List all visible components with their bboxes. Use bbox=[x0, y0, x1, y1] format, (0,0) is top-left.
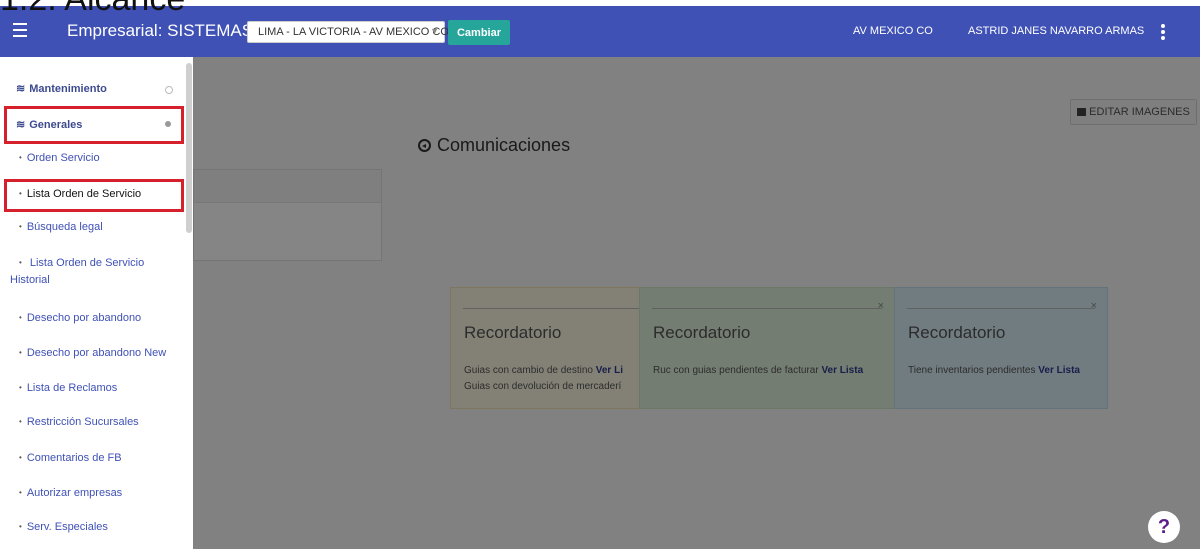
sidebar-section-label: Mantenimiento bbox=[29, 82, 107, 95]
sidebar-section-mantenimiento[interactable]: ≋ Mantenimiento bbox=[16, 82, 107, 96]
highlight-box bbox=[4, 106, 184, 144]
layers-icon: ≋ bbox=[16, 83, 26, 95]
dropdown-caret-icon: ▼ bbox=[430, 26, 439, 36]
sidebar-item-orden-servicio[interactable]: Orden Servicio bbox=[19, 149, 179, 167]
sidebar-item-label: Lista Orden de Servicio bbox=[29, 257, 145, 269]
sidebar-item-lista-reclamos[interactable]: Lista de Reclamos bbox=[19, 379, 179, 397]
change-branch-button[interactable]: Cambiar bbox=[448, 20, 510, 45]
sidebar-item-lista-orden-historial[interactable]: Lista Orden de Servicio Historial bbox=[10, 254, 179, 289]
sidebar-item-autorizar-empresas[interactable]: Autorizar empresas bbox=[19, 484, 179, 502]
sidebar-scrollbar[interactable] bbox=[186, 63, 192, 233]
brand-title: Empresarial: SISTEMAS bbox=[67, 21, 254, 40]
document-heading-text: 1.2. Alcance bbox=[0, 0, 185, 16]
current-branch-label: AV MEXICO CO bbox=[853, 25, 933, 37]
branch-select-value: LIMA - LA VICTORIA - AV MEXICO CO bbox=[258, 26, 449, 38]
sidebar-item-busqueda-legal[interactable]: Búsqueda legal bbox=[19, 218, 179, 236]
more-vert-icon[interactable] bbox=[1157, 22, 1169, 42]
menu-icon[interactable] bbox=[11, 19, 31, 41]
modal-backdrop[interactable] bbox=[193, 57, 1200, 549]
document-heading: 1.2. Alcance bbox=[0, 0, 1200, 16]
sidebar-item-desecho-abandono[interactable]: Desecho por abandono bbox=[19, 309, 179, 327]
branch-select[interactable]: LIMA - LA VICTORIA - AV MEXICO CO ▼ bbox=[247, 21, 449, 43]
help-icon[interactable]: ? bbox=[1148, 511, 1180, 543]
sidebar-item-desecho-abandono-new[interactable]: Desecho por abandono New bbox=[19, 344, 179, 362]
sidebar-item-serv-especiales[interactable]: Serv. Especiales bbox=[19, 518, 179, 536]
highlight-box bbox=[4, 179, 184, 212]
collapsed-indicator-icon bbox=[165, 86, 173, 94]
sidebar: ≋ Mantenimiento ≋ Generales Orden Servic… bbox=[0, 57, 193, 549]
sidebar-item-comentarios-fb[interactable]: Comentarios de FB bbox=[19, 449, 179, 467]
sidebar-item-restriccion-sucursales[interactable]: Restricción Sucursales bbox=[19, 413, 179, 431]
sidebar-item-label: Historial bbox=[10, 274, 50, 286]
user-name-label[interactable]: ASTRID JANES NAVARRO ARMAS bbox=[968, 25, 1144, 37]
